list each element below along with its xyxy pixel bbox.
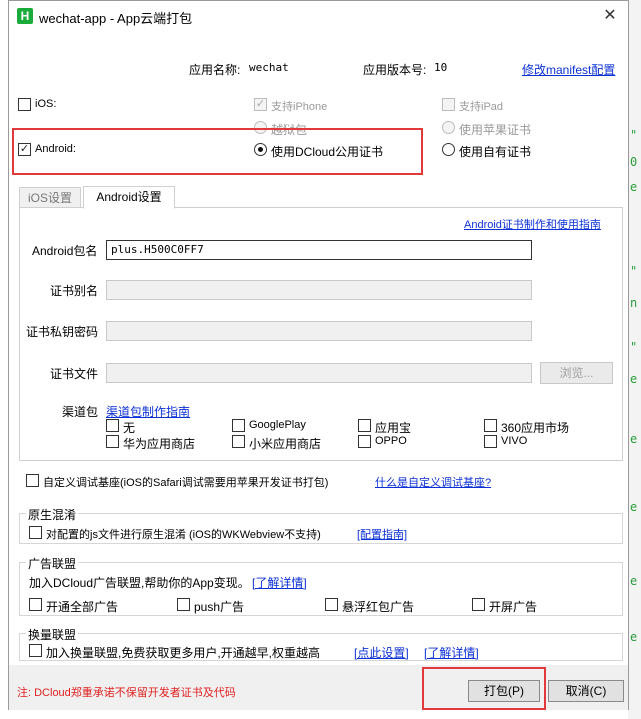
exchange-details-link[interactable]: [了解详情] (424, 644, 479, 661)
android-settings-panel: Android证书制作和使用指南 Android包名 plus.H500C0FF… (19, 207, 623, 461)
cloud-pack-dialog: H wechat-app - App云端打包 ✕ 应用名称: wechat 应用… (8, 0, 629, 710)
channel-yingyongbao-label: 应用宝 (375, 421, 412, 435)
cert-file-label: 证书文件 (50, 367, 99, 381)
dcloud-cert-radio[interactable] (254, 143, 267, 156)
tab-android-settings[interactable]: Android设置 (83, 186, 175, 209)
channel-label: 渠道包 (62, 405, 99, 419)
android-checkbox[interactable]: ✓ (18, 143, 31, 156)
exchange-title: 换量联盟 (26, 626, 79, 643)
ads-redpacket-label: 悬浮红包广告 (342, 600, 415, 614)
channel-vivo-checkbox[interactable] (484, 435, 497, 448)
own-cert-radio[interactable] (442, 143, 455, 156)
support-iphone-label: 支持iPhone (271, 101, 328, 113)
apple-cert-radio[interactable] (442, 121, 455, 134)
ads-all-checkbox[interactable] (29, 598, 42, 611)
support-ipad-label: 支持iPad (459, 101, 504, 113)
package-name-input[interactable]: plus.H500C0FF7 (106, 240, 532, 260)
app-version-label: 应用版本号: (363, 63, 427, 77)
browse-button[interactable]: 浏览... (540, 362, 613, 384)
channel-xiaomi-checkbox[interactable] (232, 435, 245, 448)
cert-alias-label: 证书别名 (50, 284, 99, 298)
ads-details-link[interactable]: [了解详情] (252, 574, 307, 591)
pack-button[interactable]: 打包(P) (468, 680, 540, 702)
android-cert-guide-link[interactable]: Android证书制作和使用指南 (464, 216, 601, 232)
app-name-label: 应用名称: (189, 63, 241, 77)
support-ipad-checkbox[interactable] (442, 98, 455, 111)
channel-vivo-label: VIVO (501, 435, 528, 447)
package-name-label: Android包名 (32, 244, 98, 258)
ads-title: 广告联盟 (26, 555, 79, 572)
edit-manifest-link[interactable]: 修改manifest配置 (522, 61, 615, 78)
ads-splash-checkbox[interactable] (472, 598, 485, 611)
dcloud-cert-label: 使用DCloud公用证书 (271, 145, 384, 159)
exchange-checkbox[interactable] (29, 644, 42, 657)
ads-push-label: push广告 (194, 600, 245, 614)
hbuilder-logo-icon: H (17, 8, 33, 24)
tab-ios-settings[interactable]: iOS设置 (19, 187, 81, 208)
background-editor-edge: " 0 e " n " e e e e e (628, 0, 641, 719)
channel-guide-link[interactable]: 渠道包制作指南 (106, 403, 190, 420)
channel-oppo-checkbox[interactable] (358, 435, 371, 448)
custom-base-help-link[interactable]: 什么是自定义调试基座? (375, 474, 491, 490)
channel-none-label: 无 (123, 421, 136, 435)
ads-all-label: 开通全部广告 (46, 600, 119, 614)
channel-yingyongbao-checkbox[interactable] (358, 419, 371, 432)
obfuscation-label: 对配置的js文件进行原生混淆 (iOS的WKWebview不支持) (46, 529, 321, 541)
ads-splash-label: 开屏广告 (489, 600, 538, 614)
footer-note: 注: DCloud郑重承诺不保留开发者证书及代码 (17, 687, 236, 699)
custom-base-checkbox[interactable] (26, 474, 39, 487)
ads-push-checkbox[interactable] (177, 598, 190, 611)
footer-bar: 注: DCloud郑重承诺不保留开发者证书及代码 打包(P) 取消(C) (9, 665, 628, 710)
channel-huawei-label: 华为应用商店 (123, 437, 196, 451)
android-label: Android: (35, 143, 76, 155)
ads-description: 加入DCloud广告联盟,帮助你的App变现。 (29, 576, 250, 590)
channel-googleplay-label: GooglePlay (249, 419, 306, 431)
exchange-settings-link[interactable]: [点此设置] (354, 644, 409, 661)
channel-360-label: 360应用市场 (501, 421, 570, 435)
title-bar: H wechat-app - App云端打包 ✕ (9, 1, 628, 31)
cert-file-input[interactable] (106, 363, 532, 383)
close-button[interactable]: ✕ (597, 5, 623, 27)
channel-xiaomi-label: 小米应用商店 (249, 437, 322, 451)
ios-label: iOS: (35, 98, 57, 110)
obfuscation-checkbox[interactable] (29, 526, 42, 539)
app-version-value: 10 (434, 61, 448, 74)
exchange-label: 加入换量联盟,免费获取更多用户,开通越早,权重越高 (46, 646, 321, 660)
custom-base-label: 自定义调试基座(iOS的Safari调试需要用苹果开发证书打包) (43, 477, 329, 489)
own-cert-label: 使用自有证书 (459, 145, 532, 159)
channel-huawei-checkbox[interactable] (106, 435, 119, 448)
channel-oppo-label: OPPO (375, 435, 407, 447)
ios-checkbox[interactable] (18, 98, 31, 111)
channel-googleplay-checkbox[interactable] (232, 419, 245, 432)
channel-360-checkbox[interactable] (484, 419, 497, 432)
window-title: wechat-app - App云端打包 (39, 11, 193, 26)
cancel-button[interactable]: 取消(C) (548, 680, 624, 702)
cert-password-label: 证书私钥密码 (26, 325, 99, 339)
cert-password-input[interactable] (106, 321, 532, 341)
obfuscation-guide-link[interactable]: [配置指南] (357, 526, 407, 542)
channel-none-checkbox[interactable] (106, 419, 119, 432)
obfuscation-title: 原生混淆 (26, 506, 79, 523)
ads-redpacket-checkbox[interactable] (325, 598, 338, 611)
apple-cert-label: 使用苹果证书 (459, 123, 532, 137)
cert-alias-input[interactable] (106, 280, 532, 300)
app-name-value: wechat (249, 61, 289, 74)
support-iphone-checkbox[interactable]: ✓ (254, 98, 267, 111)
